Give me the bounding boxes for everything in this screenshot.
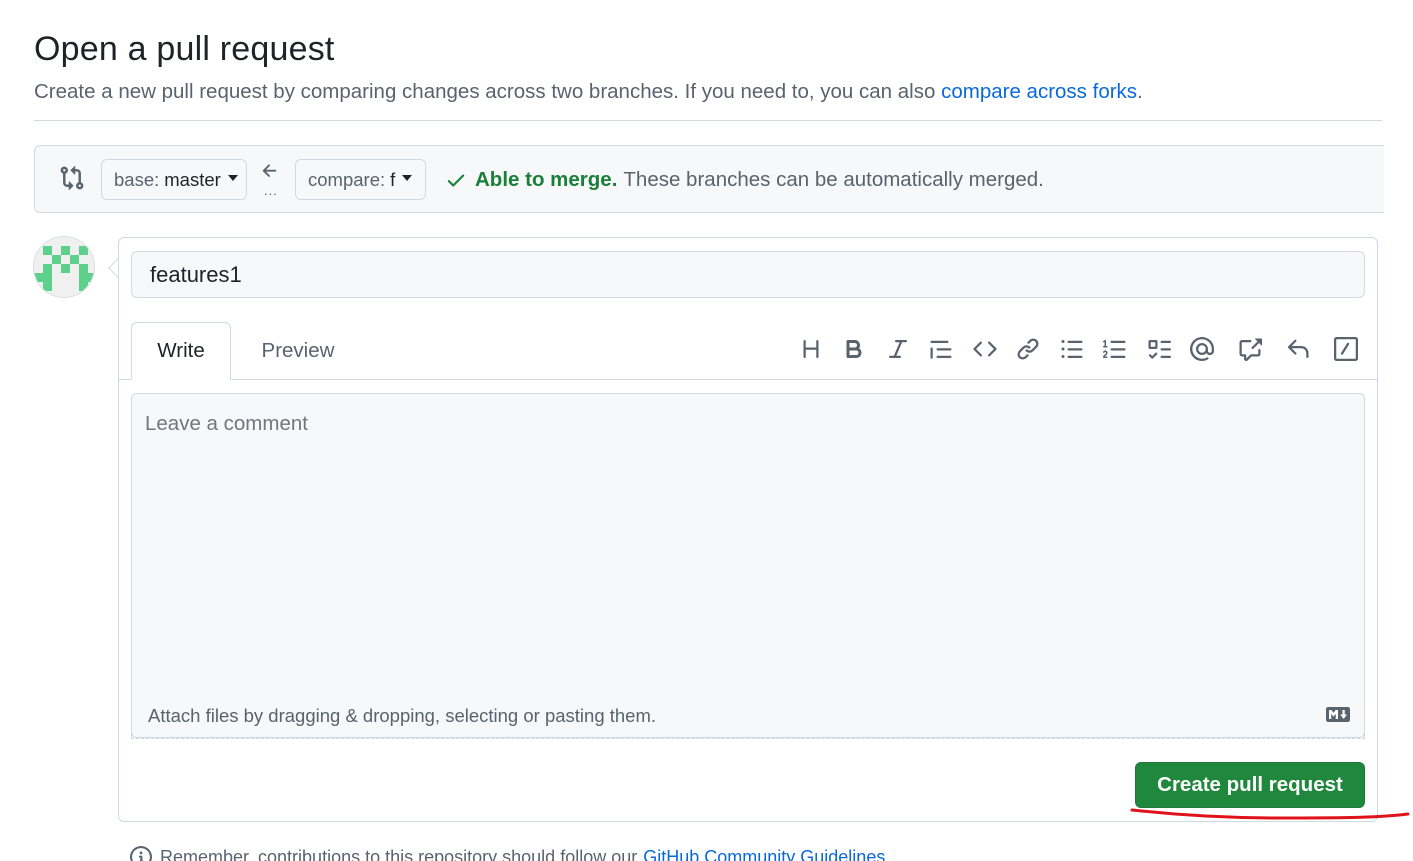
unordered-list-icon[interactable] <box>1058 335 1086 363</box>
red-annotation-underline <box>1130 808 1410 820</box>
cross-reference-icon[interactable] <box>1236 335 1264 363</box>
task-list-icon[interactable] <box>1145 335 1173 363</box>
file-attachment-bar[interactable]: Attach files by dragging & dropping, sel… <box>131 692 1365 738</box>
saved-replies-icon[interactable] <box>1284 335 1312 363</box>
arrow-left-icon[interactable] <box>259 161 281 181</box>
subtitle-end: . <box>1137 80 1143 103</box>
swap-dots: ... <box>264 183 278 198</box>
compare-branch-select[interactable]: compare: f <box>295 159 426 200</box>
link-icon[interactable] <box>1014 335 1042 363</box>
info-icon <box>130 846 152 861</box>
footer-note: Remember, contributions to this reposito… <box>130 846 885 861</box>
italic-icon[interactable] <box>884 335 912 363</box>
check-icon <box>447 174 465 187</box>
code-icon[interactable] <box>971 335 999 363</box>
pr-title-input[interactable]: features1 <box>131 251 1365 298</box>
page-title: Open a pull request <box>34 30 335 68</box>
quote-icon[interactable] <box>927 335 955 363</box>
markdown-icon[interactable] <box>1326 707 1350 722</box>
base-branch-name: master <box>164 168 221 190</box>
community-guidelines-link[interactable]: GitHub Community Guidelines <box>643 847 885 861</box>
comment-placeholder: Leave a comment <box>145 412 308 435</box>
pull-request-form: features1 Write Preview Leave a comment … <box>118 237 1378 822</box>
mention-icon[interactable] <box>1188 335 1216 363</box>
bold-icon[interactable] <box>840 335 868 363</box>
comment-textarea[interactable]: Leave a comment <box>131 393 1365 739</box>
chevron-down-icon <box>402 174 413 181</box>
compare-across-forks-link[interactable]: compare across forks <box>941 80 1137 103</box>
page-subtitle: Create a new pull request by comparing c… <box>34 80 1143 104</box>
attach-files-text: Attach files by dragging & dropping, sel… <box>148 705 657 726</box>
subtitle-text: Create a new pull request by comparing c… <box>34 80 936 103</box>
footer-note-text: Remember, contributions to this reposito… <box>160 846 638 861</box>
tab-preview[interactable]: Preview <box>243 322 353 380</box>
heading-icon[interactable] <box>797 335 825 363</box>
identicon-icon <box>34 237 94 297</box>
merge-ok-label: Able to merge. <box>475 168 618 191</box>
ordered-list-icon[interactable] <box>1101 335 1129 363</box>
base-branch-select[interactable]: base: master <box>101 159 247 200</box>
chevron-down-icon <box>227 174 238 181</box>
git-compare-icon <box>60 165 84 191</box>
compare-branch-name: f <box>390 168 396 190</box>
header-divider <box>34 120 1382 121</box>
merge-status-text: These branches can be automatically merg… <box>623 168 1044 191</box>
base-label: base: <box>114 168 160 190</box>
merge-status: Able to merge. These branches can be aut… <box>445 168 1044 192</box>
slash-commands-icon[interactable] <box>1332 335 1360 363</box>
branch-range-bar: base: master ... compare: f Able to merg… <box>34 145 1384 213</box>
compare-label: compare: <box>308 168 386 190</box>
tab-write[interactable]: Write <box>131 322 231 380</box>
avatar[interactable] <box>33 236 95 298</box>
